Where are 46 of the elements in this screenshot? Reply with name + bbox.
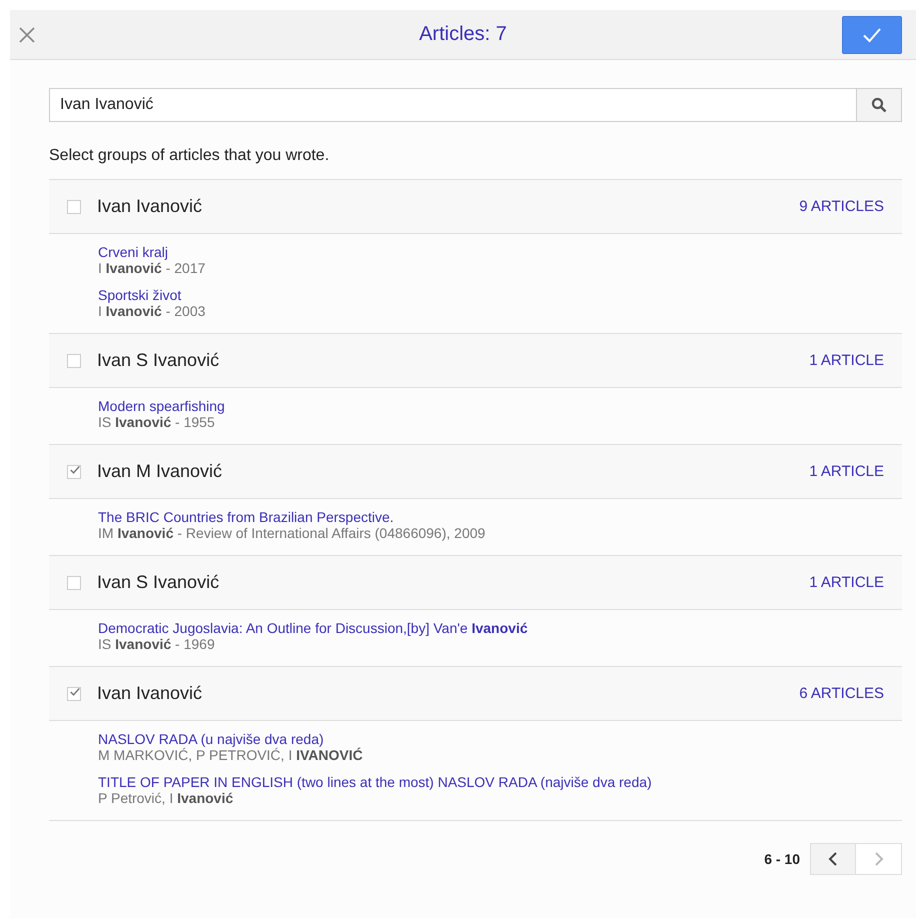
article-byline: IS Ivanović - 1955 (98, 414, 215, 430)
group-name: Ivan Ivanović (97, 683, 202, 704)
group-header[interactable]: Ivan Ivanović 9 ARTICLES (49, 180, 902, 234)
article-title-link[interactable]: Crveni kralj (98, 244, 168, 260)
article-count-link[interactable]: 1 ARTICLE (809, 463, 884, 480)
search-button[interactable] (856, 88, 902, 122)
search-icon (871, 97, 887, 113)
article-title-link[interactable]: The BRIC Countries from Brazilian Perspective. (98, 509, 394, 525)
article-byline: I Ivanović - 2003 (98, 303, 206, 319)
article-count-link[interactable]: 9 ARTICLES (799, 198, 884, 215)
group-header[interactable]: Ivan S Ivanović 1 ARTICLE (49, 556, 902, 610)
checkbox[interactable] (67, 576, 81, 590)
checkbox[interactable] (67, 354, 81, 368)
article-count-link[interactable]: 1 ARTICLE (809, 352, 884, 369)
group-name: Ivan Ivanović (97, 196, 202, 217)
checkbox[interactable] (67, 686, 81, 700)
group-header[interactable]: Ivan Ivanović 6 ARTICLES (49, 667, 902, 721)
instructions-text: Select groups of articles that you wrote. (49, 147, 330, 165)
article-byline: IS Ivanović - 1969 (98, 636, 215, 652)
article-byline: M MARKOVIĆ, P PETROVIĆ, I IVANOVIĆ (98, 747, 363, 763)
article-count-link[interactable]: 6 ARTICLES (799, 685, 884, 702)
article-title-link[interactable]: Modern spearfishing (98, 398, 225, 414)
chevron-left-icon (828, 851, 838, 867)
group-header[interactable]: Ivan S Ivanović 1 ARTICLE (49, 334, 902, 388)
article-title-link[interactable]: NASLOV RADA (u najviše dva reda) (98, 731, 324, 747)
close-icon[interactable] (19, 26, 35, 42)
group-name: Ivan M Ivanović (97, 461, 222, 482)
group-name: Ivan S Ivanović (97, 350, 220, 371)
article-byline: P Petrović, I Ivanović (98, 790, 234, 806)
group-name: Ivan S Ivanović (97, 572, 220, 593)
checkmark-icon (862, 26, 882, 42)
chevron-right-icon (874, 851, 884, 867)
group-header[interactable]: Ivan M Ivanović 1 ARTICLE (49, 445, 902, 499)
page-range: 6 - 10 (764, 851, 800, 867)
article-byline: I Ivanović - 2017 (98, 260, 206, 276)
article-title-link[interactable]: Sportski život (98, 287, 182, 303)
checkbox[interactable] (67, 200, 81, 214)
search-field[interactable]: Ivan Ivanović (49, 88, 856, 122)
article-title-link[interactable]: Democratic Jugoslavia: An Outline for Discussion,[by] Van'e Ivanović (98, 620, 528, 636)
checkbox[interactable] (67, 464, 81, 478)
article-byline: IM Ivanović - Review of International Affairs (04866096), 2009 (98, 525, 486, 541)
confirm-button[interactable] (842, 16, 902, 54)
previous-page-button[interactable] (810, 843, 856, 875)
dialog-title: Articles: 7 (419, 23, 507, 46)
article-count-link[interactable]: 1 ARTICLE (809, 574, 884, 591)
article-title-link[interactable]: TITLE OF PAPER IN ENGLISH (two lines at the most) NASLOV RADA (najviše dva reda) (98, 774, 652, 790)
